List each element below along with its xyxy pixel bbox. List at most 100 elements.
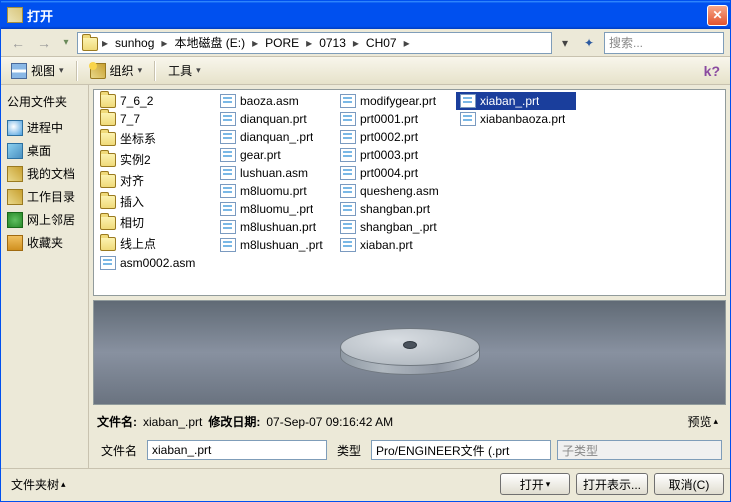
search-input[interactable]: 搜索... [604,32,724,54]
file-item[interactable]: xiaban_.prt [456,92,576,110]
file-item[interactable]: 相切 [96,212,216,233]
file-item[interactable]: m8lushuan.prt [216,218,336,236]
file-name: gear.prt [240,148,281,162]
forward-button[interactable]: → [33,32,55,54]
sidebar-item-desktop[interactable]: 桌面 [3,139,86,162]
file-item[interactable]: m8luomu.prt [216,182,336,200]
open-button[interactable]: 打开▾ [500,473,570,495]
file-name: baoza.asm [240,94,299,108]
file-item[interactable]: prt0001.prt [336,110,456,128]
sidebar-item-documents[interactable]: 我的文档 [3,162,86,185]
file-item[interactable]: m8luomu_.prt [216,200,336,218]
file-item[interactable]: dianquan_.prt [216,128,336,146]
file-icon [220,130,236,144]
file-name: prt0004.prt [360,166,418,180]
file-item[interactable]: 插入 [96,191,216,212]
breadcrumb-segment[interactable]: 本地磁盘 (E:) [171,34,248,51]
refresh-button[interactable]: ✦ [578,32,600,54]
preview-pane [93,300,726,405]
file-item[interactable]: dianquan.prt [216,110,336,128]
breadcrumb-dropdown[interactable]: ▾ [556,36,574,50]
file-item[interactable]: prt0004.prt [336,164,456,182]
file-item[interactable]: prt0003.prt [336,146,456,164]
file-item[interactable]: 线上点 [96,233,216,254]
breadcrumb-segment[interactable]: 0713 [316,36,349,50]
file-item[interactable]: quesheng.asm [336,182,456,200]
filename-row: 文件名 类型 [93,436,726,464]
file-icon [220,184,236,198]
file-icon [220,202,236,216]
open-rep-button[interactable]: 打开表示... [576,473,648,495]
sidebar-item-network[interactable]: 网上邻居 [3,208,86,231]
file-icon [220,220,236,234]
moddate-label: 修改日期: [208,413,260,430]
file-icon [220,112,236,126]
file-icon [340,220,356,234]
file-icon [220,148,236,162]
close-button[interactable]: ✕ [707,5,728,26]
titlebar[interactable]: 打开 ✕ [1,1,730,29]
file-item[interactable]: xiaban.prt [336,236,456,254]
info-bar: 文件名: xiaban_.prt 修改日期: 07-Sep-07 09:16:4… [93,405,726,436]
breadcrumb-segment[interactable]: sunhog [112,36,157,50]
breadcrumb-segment[interactable]: PORE [262,36,302,50]
folder-tree-button[interactable]: 文件夹树▴ [7,474,70,495]
type-select[interactable] [371,440,551,460]
file-name: xiabanbaoza.prt [480,112,565,126]
file-item[interactable]: xiabanbaoza.prt [456,110,576,128]
file-name: 7_6_2 [120,94,153,108]
file-item[interactable]: lushuan.asm [216,164,336,182]
filename-field-label: 文件名 [97,442,141,459]
file-item[interactable]: 对齐 [96,170,216,191]
back-button[interactable]: ← [7,32,29,54]
view-menu[interactable]: 视图▾ [7,60,68,81]
file-name: prt0002.prt [360,130,418,144]
breadcrumb[interactable]: ▸sunhog▸本地磁盘 (E:)▸PORE▸0713▸CH07▸ [77,32,552,54]
file-item[interactable]: m8lushuan_.prt [216,236,336,254]
favorites-icon [7,235,23,251]
file-name: m8luomu_.prt [240,202,313,216]
sidebar-item-workdir[interactable]: 工作目录 [3,185,86,208]
folder-icon [100,94,116,108]
file-item[interactable]: 实例2 [96,149,216,170]
file-item[interactable]: 7_7 [96,110,216,128]
file-name: shangban.prt [360,202,430,216]
cancel-button[interactable]: 取消(C) [654,473,724,495]
documents-icon [7,166,23,182]
file-item[interactable]: shangban_.prt [336,218,456,236]
file-item[interactable]: baoza.asm [216,92,336,110]
file-item[interactable]: 7_6_2 [96,92,216,110]
sidebar-item-favorites[interactable]: 收藏夹 [3,231,86,254]
file-item[interactable]: asm0002.asm [96,254,216,272]
organize-menu[interactable]: 组织▾ [86,60,147,81]
file-icon [340,166,356,180]
app-icon [7,7,23,23]
type-field-label: 类型 [333,442,365,459]
file-icon [340,148,356,162]
help-button[interactable]: k? [700,63,724,79]
folder-icon [100,195,116,209]
history-dropdown[interactable]: ▾ [59,32,73,54]
sidebar-item-process[interactable]: 进程中 [3,116,86,139]
subtype-select[interactable] [557,440,722,460]
folder-icon [100,174,116,188]
tools-menu[interactable]: 工具▾ [164,60,205,81]
file-item[interactable]: shangban.prt [336,200,456,218]
file-icon [340,238,356,252]
breadcrumb-segment[interactable]: CH07 [363,36,400,50]
file-item[interactable]: prt0002.prt [336,128,456,146]
file-item[interactable]: gear.prt [216,146,336,164]
file-item[interactable]: 坐标系 [96,128,216,149]
filename-input[interactable] [147,440,327,460]
preview-button[interactable]: 预览▴ [683,411,722,432]
file-name: m8luomu.prt [240,184,307,198]
file-item[interactable]: modifygear.prt [336,92,456,110]
file-list[interactable]: 7_6_2 7_7坐标系实例2对齐插入相切线上点 asm0002.asm baoza.… [93,89,726,296]
file-icon [220,166,236,180]
file-icon [340,202,356,216]
file-name: asm0002.asm [120,256,195,270]
folder-icon [100,112,116,126]
file-name: prt0001.prt [360,112,418,126]
moddate-value: 07-Sep-07 09:16:42 AM [266,415,393,429]
nav-row: ← → ▾ ▸sunhog▸本地磁盘 (E:)▸PORE▸0713▸CH07▸ … [1,29,730,57]
